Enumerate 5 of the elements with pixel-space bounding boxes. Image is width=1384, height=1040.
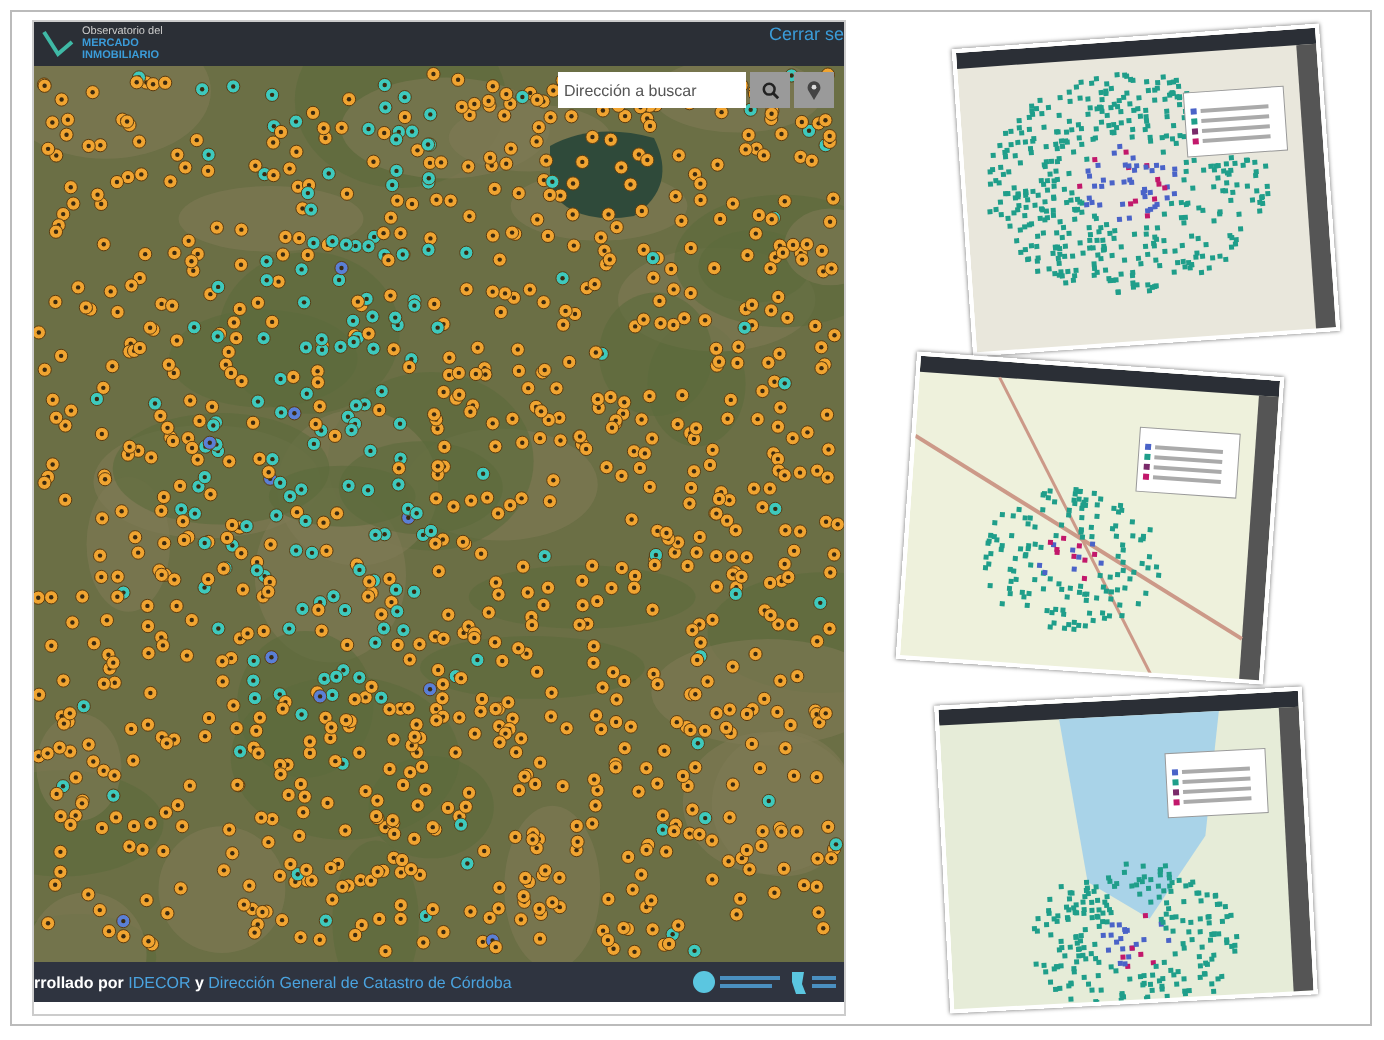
search-field[interactable]: Dirección a buscar xyxy=(558,72,746,108)
link[interactable]: IDECOR xyxy=(128,973,191,991)
link[interactable]: Dirección General de Catastro de Córdoba xyxy=(208,973,512,991)
credits-text: rrollado por IDECOR y Dirección General de Catastro de Córdoba xyxy=(34,973,512,991)
header-link[interactable]: Cerrar se xyxy=(768,24,844,44)
